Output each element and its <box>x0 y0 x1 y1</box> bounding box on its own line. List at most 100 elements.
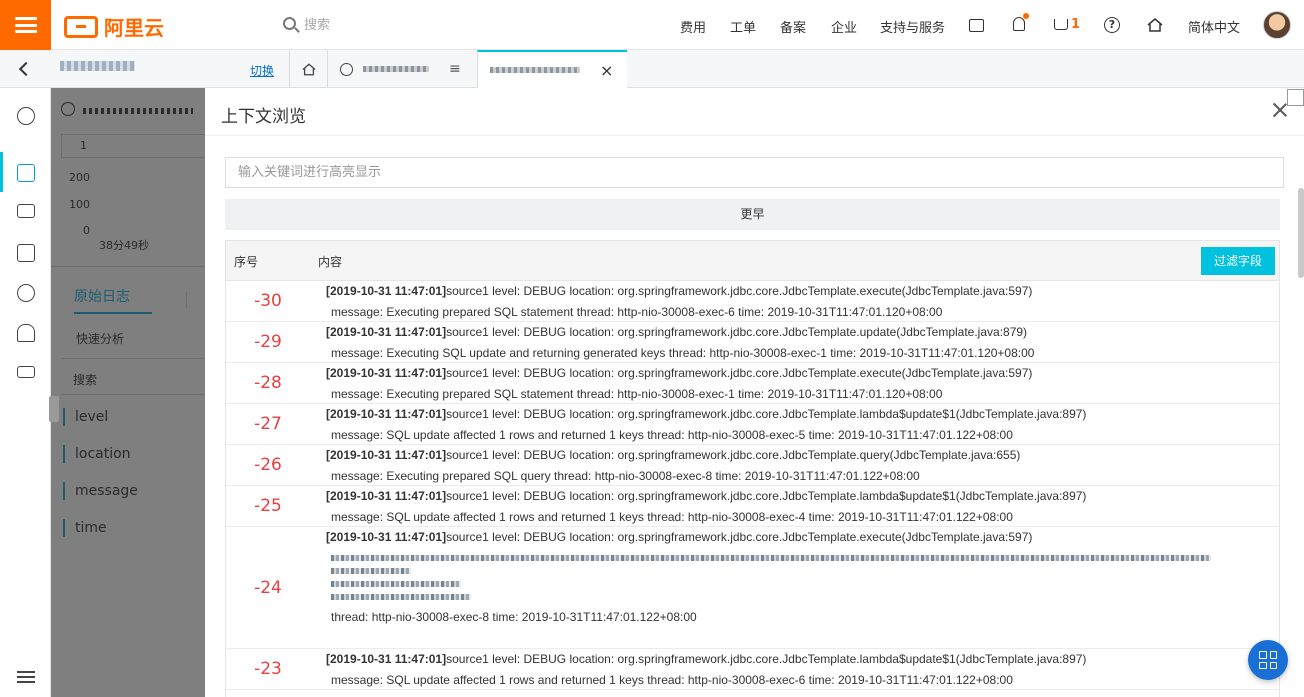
field-search-input[interactable]: 搜索 <box>73 371 97 388</box>
storage-icon[interactable] <box>17 204 35 218</box>
close-icon[interactable] <box>1272 102 1288 118</box>
row-timestamp: [2019-10-31 11:47:01] <box>326 284 447 298</box>
table-row[interactable]: -25 [2019-10-31 11:47:01]source1 level: … <box>226 486 1279 527</box>
history-icon[interactable] <box>17 107 35 125</box>
user-avatar[interactable] <box>1263 11 1291 39</box>
logo-mark-icon <box>64 15 98 38</box>
field-message[interactable]: message <box>63 482 138 500</box>
context-log-table: 序号 内容 过滤字段 -30 [2019-10-31 11:47:01]sour… <box>225 240 1280 697</box>
collapse-sidebar-icon[interactable] <box>17 671 35 685</box>
switch-project-link[interactable]: 切换 <box>250 62 274 79</box>
logo-text: 阿里云 <box>104 16 164 40</box>
active-indicator <box>0 152 3 192</box>
home-icon[interactable] <box>1147 18 1163 32</box>
panel-collapse-handle[interactable] <box>49 396 59 422</box>
table-row[interactable]: -30 [2019-10-31 11:47:01]source1 level: … <box>226 281 1279 322</box>
row-line2: message: Executing prepared SQL statemen… <box>331 386 943 401</box>
load-earlier-button[interactable]: 更早 <box>225 199 1280 230</box>
background-page-overlay: 1 200 100 0 38分49秒 原始日志 快速分析 搜索 level lo… <box>51 88 206 697</box>
table-header: 序号 内容 过滤字段 <box>226 241 1279 281</box>
context-browse-dialog: 上下文浏览 更早 序号 内容 过滤字段 -30 [2019-10-31 11:4… <box>205 88 1304 697</box>
tab-menu-icon[interactable]: ≡ <box>449 61 461 77</box>
row-seq: -29 <box>254 332 282 352</box>
field-level[interactable]: level <box>63 408 108 426</box>
row-line1: source1 level: DEBUG location: org.sprin… <box>446 489 1087 503</box>
table-row[interactable]: -26 [2019-10-31 11:47:01]source1 level: … <box>226 445 1279 486</box>
table-row[interactable]: -29 [2019-10-31 11:47:01]source1 level: … <box>226 322 1279 363</box>
menu-button[interactable] <box>0 0 51 50</box>
terminal-icon[interactable] <box>969 19 984 32</box>
help-icon[interactable]: ? <box>1104 17 1120 33</box>
table-row[interactable]: -27 [2019-10-31 11:47:01]source1 level: … <box>226 404 1279 445</box>
row-line1: source1 level: DEBUG location: org.sprin… <box>446 325 1028 339</box>
row-content: [2019-10-31 11:47:01]source1 level: DEBU… <box>326 486 1276 527</box>
pie-chart-icon[interactable] <box>17 284 35 302</box>
dialog-title: 上下文浏览 <box>221 107 306 127</box>
tab-raw-logs[interactable]: 原始日志 <box>74 286 174 306</box>
edit-icon[interactable] <box>17 244 35 262</box>
row-seq: -25 <box>254 496 282 516</box>
field-time[interactable]: time <box>63 519 107 537</box>
divider <box>61 358 206 359</box>
row-content: [2019-10-31 11:47:01]source1 level: DEBU… <box>326 363 1276 404</box>
query-box[interactable]: 1 <box>61 134 206 158</box>
chevron-left-icon <box>18 61 33 77</box>
table-row[interactable]: -24 [2019-10-31 11:47:01]source1 level: … <box>226 527 1279 649</box>
table-row[interactable]: -28 [2019-10-31 11:47:01]source1 level: … <box>226 363 1279 404</box>
nav-item-billing[interactable]: 费用 <box>680 17 706 36</box>
apps-grid-button[interactable] <box>1248 640 1288 680</box>
redacted-sql-text <box>331 554 1211 561</box>
table-row[interactable]: -23 [2019-10-31 11:47:01]source1 level: … <box>226 649 1279 690</box>
maximize-icon[interactable] <box>1287 89 1304 106</box>
nav-item-support[interactable]: 支持与服务 <box>880 17 945 36</box>
tab-logstore[interactable]: ≡ <box>327 50 477 88</box>
row-timestamp: [2019-10-31 11:47:01] <box>326 489 447 503</box>
vertical-scrollbar[interactable] <box>1298 188 1304 278</box>
table-body: -30 [2019-10-31 11:47:01]source1 level: … <box>226 281 1279 690</box>
bell-icon[interactable] <box>1013 13 1029 31</box>
language-switcher[interactable]: 简体中文 <box>1188 17 1240 36</box>
row-content: [2019-10-31 11:47:01]source1 level: DEBU… <box>326 404 1276 445</box>
tab-label-redacted <box>490 67 580 73</box>
logstore-icon[interactable] <box>17 164 35 182</box>
row-line1: source1 level: DEBUG location: org.sprin… <box>446 366 1033 380</box>
filter-fields-button[interactable]: 过滤字段 <box>1201 247 1275 275</box>
logstore-name-redacted <box>83 108 193 114</box>
field-location[interactable]: location <box>63 445 131 463</box>
back-button[interactable] <box>0 50 51 88</box>
nav-item-enterprise[interactable]: 企业 <box>831 17 857 36</box>
nav-item-icp[interactable]: 备案 <box>780 17 806 36</box>
left-sidebar <box>0 88 51 697</box>
dashboard-icon[interactable] <box>17 366 35 378</box>
workspace-tab-bar: 切换 ≡ × <box>0 50 1304 88</box>
row-content: [2019-10-31 11:47:01]source1 level: DEBU… <box>326 527 1276 627</box>
cart-count-badge[interactable]: 1 <box>1071 17 1080 32</box>
highlight-keyword-input[interactable] <box>225 157 1284 188</box>
redacted-sql-text <box>331 593 471 600</box>
divider <box>51 266 206 267</box>
tab-underline <box>74 312 152 314</box>
aliyun-logo[interactable]: 阿里云 <box>64 12 164 41</box>
divider <box>205 135 1304 136</box>
row-seq: -30 <box>254 291 282 311</box>
row-timestamp: [2019-10-31 11:47:01] <box>326 325 447 339</box>
tab-home[interactable] <box>289 50 327 88</box>
row-line2: message: Executing SQL update and return… <box>331 345 1035 360</box>
global-search[interactable]: 搜索 <box>283 14 330 33</box>
tab-context-browse[interactable]: × <box>477 50 627 88</box>
divider <box>186 292 187 308</box>
row-line-last: thread: http-nio-30008-exec-8 time: 2019… <box>331 609 697 624</box>
project-name-redacted[interactable] <box>60 61 135 71</box>
row-line1: source1 level: DEBUG location: org.sprin… <box>446 652 1087 666</box>
cart-icon[interactable] <box>1054 19 1068 30</box>
nav-item-tickets[interactable]: 工单 <box>730 17 756 36</box>
close-icon[interactable]: × <box>600 61 613 80</box>
row-seq: -26 <box>254 455 282 475</box>
row-line1: source1 level: DEBUG location: org.sprin… <box>446 530 1033 544</box>
row-timestamp: [2019-10-31 11:47:01] <box>326 407 447 421</box>
alert-icon[interactable] <box>17 324 35 342</box>
row-seq: -24 <box>254 577 282 598</box>
query-line-number: 1 <box>80 139 87 152</box>
row-line1: source1 level: DEBUG location: org.sprin… <box>446 448 1021 462</box>
search-placeholder[interactable]: 搜索 <box>304 14 330 33</box>
